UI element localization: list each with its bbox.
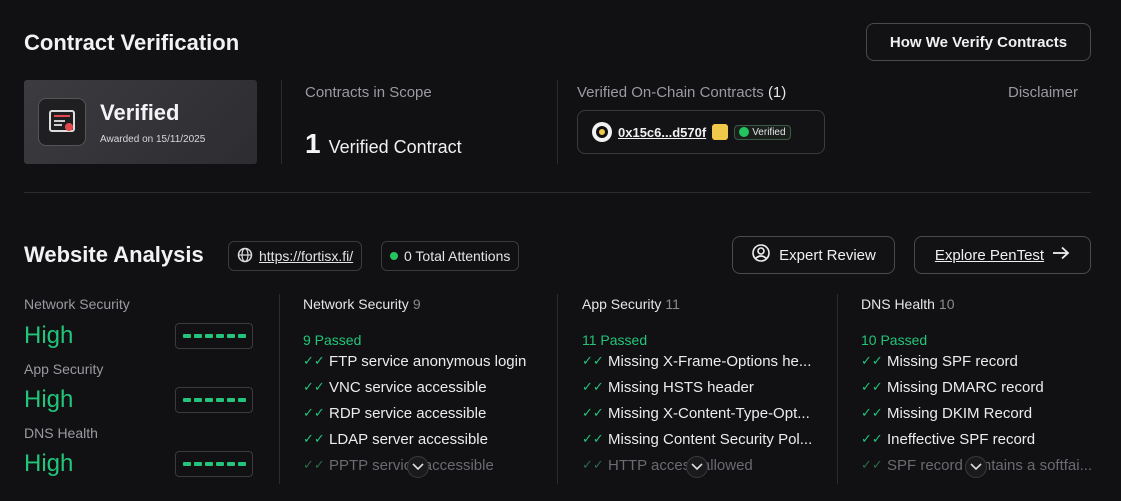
check-icon: ✓✓	[303, 431, 325, 446]
check-icon: ✓✓	[582, 431, 604, 446]
check-item: ✓✓ Missing X-Content-Type-Opt...	[582, 404, 810, 422]
scope-count-text: Verified Contract	[328, 137, 462, 157]
scope-count-number: 1	[305, 128, 321, 159]
divider-col-1	[557, 294, 558, 484]
expand-network-button[interactable]	[407, 456, 429, 478]
score-bar-dns	[175, 451, 253, 477]
check-icon: ✓✓	[861, 405, 883, 420]
network-passed-count: 9 Passed	[303, 332, 362, 348]
divider-scores	[279, 294, 280, 484]
expand-dns-button[interactable]	[965, 456, 987, 478]
check-item: ✓✓ Ineffective SPF record	[861, 430, 1036, 448]
score-label-network: Network Security	[24, 296, 130, 312]
check-item: ✓✓ LDAP server accessible	[303, 430, 488, 448]
check-icon: ✓✓	[303, 405, 325, 420]
check-icon: ✓✓	[303, 353, 325, 368]
app-passed-count: 11 Passed	[582, 332, 648, 348]
check-icon: ✓✓	[303, 379, 325, 394]
awarded-date: Awarded on 15/11/2025	[100, 133, 206, 145]
chevron-down-icon	[691, 463, 703, 471]
check-item: ✓✓ RDP service accessible	[303, 404, 487, 422]
network-security-heading: Network Security 9	[303, 296, 421, 312]
contract-address-link[interactable]: 0x15c6...d570f	[618, 125, 706, 140]
network-security-column: Network Security 9 9 Passed ✓✓ FTP service…	[303, 296, 553, 478]
expert-review-icon	[751, 243, 771, 267]
check-icon: ✓✓	[582, 405, 604, 420]
verified-badge-card: Verified Awarded on 15/11/2025	[24, 80, 257, 164]
status-dot-icon	[390, 252, 398, 260]
contracts-in-scope-value: 1 Verified Contract	[305, 128, 462, 160]
arrow-right-icon	[1052, 246, 1070, 264]
score-value-dns: High	[24, 450, 74, 477]
check-item: ✓✓ Missing SPF record	[861, 352, 1018, 370]
check-icon: ✓✓	[861, 457, 883, 472]
certificate-icon	[38, 98, 86, 146]
explore-pentest-label: Explore PenTest	[934, 246, 1045, 264]
disclaimer-link[interactable]: Disclaimer	[1008, 84, 1078, 101]
check-item: ✓✓ Missing HSTS header	[582, 378, 754, 396]
verified-title: Verified	[100, 99, 180, 125]
dns-health-heading: DNS Health 10	[861, 296, 955, 312]
check-icon: ✓✓	[582, 457, 604, 472]
check-icon: ✓✓	[861, 431, 883, 446]
expert-review-label: Expert Review	[779, 246, 876, 264]
attentions-chip: 0 Total Attentions	[381, 241, 520, 271]
check-item: ✓✓ Missing DKIM Record	[861, 404, 1033, 422]
check-icon: ✓✓	[861, 379, 883, 394]
check-icon: ✓✓	[303, 457, 325, 472]
chain-logo-icon	[592, 122, 612, 142]
divider-col-2	[837, 294, 838, 484]
how-we-verify-label: How We Verify Contracts	[889, 33, 1068, 51]
score-label-dns: DNS Health	[24, 425, 98, 441]
contracts-in-scope-label: Contracts in Scope	[305, 84, 432, 101]
how-we-verify-button[interactable]: How We Verify Contracts	[866, 23, 1091, 61]
divider-1	[281, 80, 282, 164]
dns-passed-count: 10 Passed	[861, 332, 928, 348]
verified-pill-label: Verified	[752, 126, 786, 138]
app-security-heading: App Security 11	[582, 296, 680, 312]
check-item: ✓✓ Missing X-Frame-Options he...	[582, 352, 812, 370]
score-value-network: High	[24, 322, 74, 349]
chevron-down-icon	[970, 463, 982, 471]
app-security-column: App Security 11 11 Passed ✓✓ Missing X-Fra…	[582, 296, 832, 478]
chevron-down-icon	[412, 463, 424, 471]
expand-app-button[interactable]	[686, 456, 708, 478]
website-url-chip[interactable]: https://fortisx.fi/	[228, 241, 363, 271]
score-bar-app	[175, 387, 253, 413]
contract-address-chip[interactable]: 0x15c6...d570f Verified	[577, 110, 825, 154]
explore-pentest-button[interactable]: Explore PenTest	[914, 236, 1091, 274]
website-analysis-title: Website Analysis	[24, 242, 204, 267]
check-icon: ✓✓	[582, 353, 604, 368]
contract-verified-pill: Verified	[734, 124, 791, 140]
expert-review-button[interactable]: Expert Review	[732, 236, 895, 274]
dns-health-column: DNS Health 10 10 Passed ✓✓ Missing SPF rec…	[861, 296, 1096, 478]
divider-2	[557, 80, 558, 164]
onchain-count: (1)	[767, 84, 787, 101]
check-item: ✓✓ Missing Content Security Pol...	[582, 430, 813, 448]
check-icon: ✓✓	[861, 353, 883, 368]
attentions-label: 0 Total Attentions	[404, 248, 511, 264]
score-label-app: App Security	[24, 361, 104, 377]
check-item: ✓✓ VNC service accessible	[303, 378, 487, 396]
globe-icon	[237, 247, 253, 266]
check-item: ✓✓ FTP service anonymous login	[303, 352, 527, 370]
check-item: ✓✓ Missing DMARC record	[861, 378, 1044, 396]
section-divider	[24, 192, 1091, 193]
check-icon: ✓✓	[582, 379, 604, 394]
verified-check-icon	[739, 127, 750, 137]
onchain-label-text: Verified On-Chain Contracts	[577, 84, 764, 101]
onchain-contracts-label: Verified On-Chain Contracts (1)	[577, 84, 786, 101]
score-bar-network	[175, 323, 253, 349]
score-value-app: High	[24, 386, 74, 413]
token-badge-icon	[712, 124, 729, 140]
contract-verification-title: Contract Verification	[24, 30, 240, 55]
website-url[interactable]: https://fortisx.fi/	[259, 248, 353, 264]
